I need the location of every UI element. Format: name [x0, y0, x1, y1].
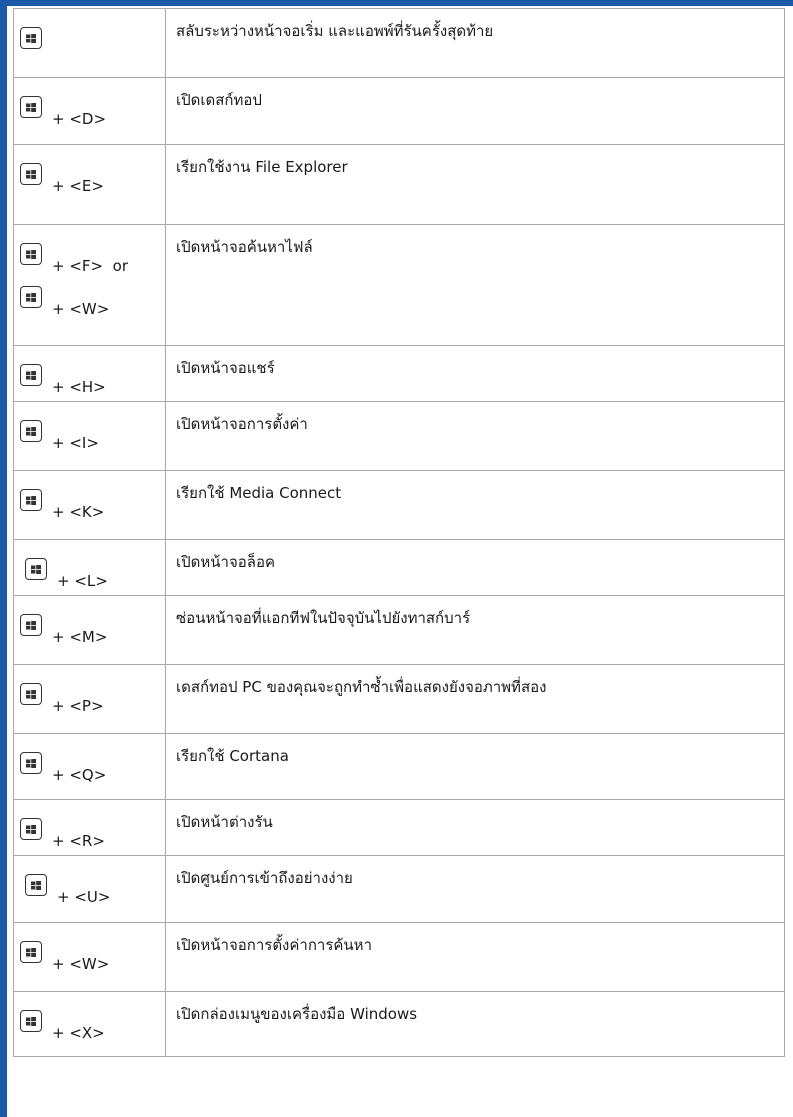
- shortcut-key-cell: + <H>: [13, 345, 166, 402]
- key-combo: + <M>: [20, 612, 165, 646]
- key-combo: + <I>: [20, 418, 165, 452]
- key-combo: + <E>: [20, 161, 165, 195]
- table-row: + <Q> เรียกใช้ Cortana: [13, 733, 785, 800]
- shortcut-key-cell: + <Q>: [13, 733, 166, 800]
- key-combo-text: + <K>: [52, 503, 105, 521]
- shortcut-key-cell: + <M>: [13, 595, 166, 665]
- key-combo: + <L>: [20, 556, 165, 590]
- shortcut-description: เปิดหน้าจอแชร์: [165, 345, 785, 402]
- windows-key-icon: [25, 874, 47, 896]
- key-combo-text: + <M>: [52, 628, 108, 646]
- windows-key-icon: [25, 558, 47, 580]
- shortcut-description: เรียกใช้ Cortana: [165, 733, 785, 800]
- shortcut-key-cell: + <E>: [13, 144, 166, 225]
- shortcut-description: ซ่อนหน้าจอที่แอกทีฟในปัจจุบันไปยังทาสก์บ…: [165, 595, 785, 665]
- key-combo-text: + <I>: [52, 434, 99, 452]
- windows-key-icon: [20, 818, 42, 840]
- shortcut-key-cell: + <D>: [13, 77, 166, 145]
- shortcut-table-body: สลับระหว่างหน้าจอเริ่ม และแอพพ์ที่รันครั…: [13, 8, 785, 1057]
- key-combo: [20, 25, 165, 49]
- key-combo: + <H>: [20, 362, 165, 396]
- shortcut-description: เปิดหน้าจอการตั้งค่าการค้นหา: [165, 922, 785, 992]
- shortcut-table: สลับระหว่างหน้าจอเริ่ม และแอพพ์ที่รันครั…: [13, 8, 785, 1057]
- windows-key-icon: [20, 420, 42, 442]
- key-combo-text: + <Q>: [52, 766, 107, 784]
- windows-key-icon: [20, 1010, 42, 1032]
- key-combo-text: + <X>: [52, 1024, 105, 1042]
- key-combo-text: + <W>: [52, 955, 110, 973]
- table-row: + <R> เปิดหน้าต่างรัน: [13, 799, 785, 856]
- table-row: + <E> เรียกใช้งาน File Explorer: [13, 144, 785, 225]
- shortcut-description: เปิดเดสก์ทอป: [165, 77, 785, 145]
- table-row: + <I> เปิดหน้าจอการตั้งค่า: [13, 401, 785, 471]
- table-row: + <P> เดสก์ทอป PC ของคุณจะถูกทำซ้ำเพื่อแส…: [13, 664, 785, 734]
- windows-key-icon: [20, 614, 42, 636]
- windows-key-icon: [20, 27, 42, 49]
- shortcut-description: สลับระหว่างหน้าจอเริ่ม และแอพพ์ที่รันครั…: [165, 8, 785, 78]
- key-combo: + <Q>: [20, 750, 165, 784]
- key-combo-text: + <L>: [57, 572, 108, 590]
- windows-key-icon: [20, 364, 42, 386]
- windows-key-icon: [20, 752, 42, 774]
- shortcut-key-cell: + <L>: [13, 539, 166, 596]
- shortcut-key-cell: + <R>: [13, 799, 166, 856]
- shortcut-description: เดสก์ทอป PC ของคุณจะถูกทำซ้ำเพื่อแสดงยัง…: [165, 664, 785, 734]
- windows-key-icon: [20, 163, 42, 185]
- table-row: + <W> เปิดหน้าจอการตั้งค่าการค้นหา: [13, 922, 785, 992]
- shortcut-key-cell: + <U>: [13, 855, 166, 923]
- windows-key-icon: [20, 489, 42, 511]
- key-combo-text: + <R>: [52, 832, 105, 850]
- key-combo-text: + <D>: [52, 110, 107, 128]
- shortcut-key-cell: [13, 8, 166, 78]
- key-combo: + <R>: [20, 816, 165, 850]
- key-combo: + <W>: [20, 939, 165, 973]
- shortcut-description: เปิดกล่องเมนูของเครื่องมือ Windows: [165, 991, 785, 1057]
- key-combo: + <D>: [20, 94, 165, 128]
- key-combo: + <X>: [20, 1008, 165, 1042]
- shortcut-key-cell: + <F> or + <W>: [13, 224, 166, 346]
- key-combo-text: + <P>: [52, 697, 104, 715]
- key-combo-text: + <E>: [52, 177, 104, 195]
- table-row: + <M> ซ่อนหน้าจอที่แอกทีฟในปัจจุบันไปยังท…: [13, 595, 785, 665]
- table-row: + <U> เปิดศูนย์การเข้าถึงอย่างง่าย: [13, 855, 785, 923]
- shortcut-description: เปิดหน้าจอค้นหาไฟล์: [165, 224, 785, 346]
- key-combo: + <F> or: [20, 241, 165, 275]
- key-combo-text: + <H>: [52, 378, 106, 396]
- shortcut-description: เรียกใช้ Media Connect: [165, 470, 785, 540]
- shortcut-key-cell: + <W>: [13, 922, 166, 992]
- shortcut-description: เปิดศูนย์การเข้าถึงอย่างง่าย: [165, 855, 785, 923]
- shortcut-description: เปิดหน้าจอการตั้งค่า: [165, 401, 785, 471]
- table-row: + <K> เรียกใช้ Media Connect: [13, 470, 785, 540]
- windows-key-icon: [20, 96, 42, 118]
- table-row: + <L> เปิดหน้าจอล็อค: [13, 539, 785, 596]
- key-combo: + <P>: [20, 681, 165, 715]
- left-accent-bar: [0, 0, 7, 1117]
- shortcut-key-cell: + <I>: [13, 401, 166, 471]
- key-combo: + <K>: [20, 487, 165, 521]
- windows-key-icon: [20, 243, 42, 265]
- key-combo-text: + <W>: [52, 300, 110, 318]
- table-row: + <X> เปิดกล่องเมนูของเครื่องมือ Windows: [13, 991, 785, 1057]
- shortcut-description: เรียกใช้งาน File Explorer: [165, 144, 785, 225]
- windows-key-icon: [20, 941, 42, 963]
- table-row: + <H> เปิดหน้าจอแชร์: [13, 345, 785, 402]
- shortcut-key-cell: + <K>: [13, 470, 166, 540]
- shortcut-description: เปิดหน้าต่างรัน: [165, 799, 785, 856]
- shortcut-key-cell: + <X>: [13, 991, 166, 1057]
- shortcut-description: เปิดหน้าจอล็อค: [165, 539, 785, 596]
- key-combo: + <U>: [20, 872, 165, 906]
- key-combo-text: + <F> or: [52, 257, 128, 275]
- key-combo-text: + <U>: [57, 888, 111, 906]
- windows-key-icon: [20, 286, 42, 308]
- shortcut-key-cell: + <P>: [13, 664, 166, 734]
- top-accent-bar: [0, 0, 793, 6]
- table-row: + <F> or + <W> เปิดหน้าจอค้นหาไฟล์: [13, 224, 785, 346]
- table-row: สลับระหว่างหน้าจอเริ่ม และแอพพ์ที่รันครั…: [13, 8, 785, 78]
- key-combo: + <W>: [20, 284, 165, 318]
- table-row: + <D> เปิดเดสก์ทอป: [13, 77, 785, 145]
- windows-key-icon: [20, 683, 42, 705]
